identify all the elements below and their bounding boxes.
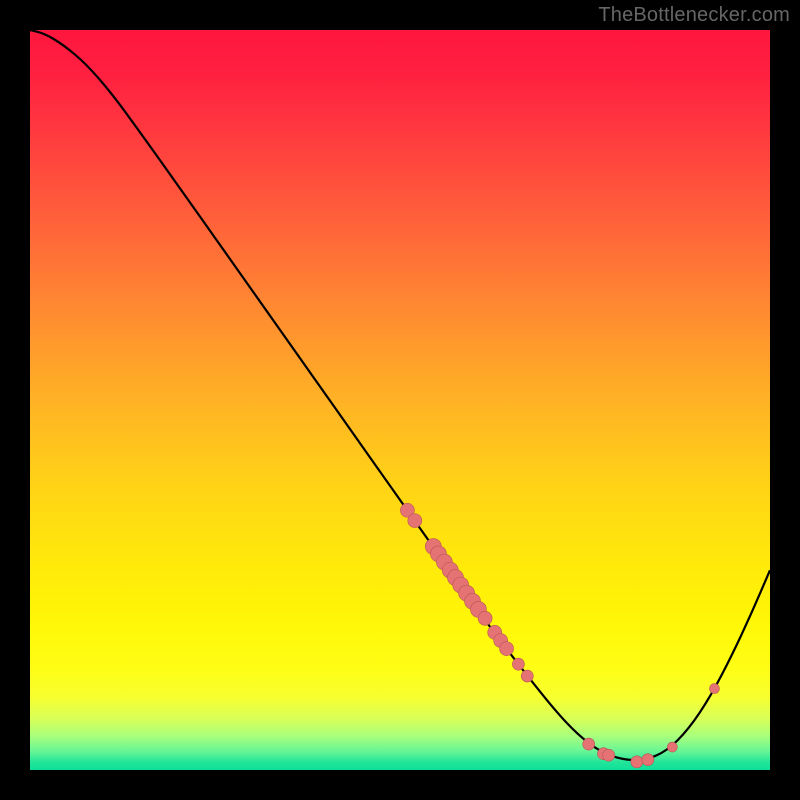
curve-marker (631, 756, 643, 768)
curve-marker (603, 749, 615, 761)
curve-marker (667, 742, 677, 752)
curve-marker (521, 670, 533, 682)
watermark-label: TheBottlenecker.com (598, 4, 790, 27)
curve-marker (710, 684, 720, 694)
curve-marker (500, 642, 514, 656)
plot-frame (30, 30, 770, 770)
curve-marker (512, 658, 524, 670)
gradient-background (30, 30, 770, 770)
curve-marker (642, 754, 654, 766)
curve-marker (408, 514, 422, 528)
chart-stage: TheBottlenecker.com (0, 0, 800, 800)
curve-marker (478, 611, 492, 625)
bottleneck-chart (30, 30, 770, 770)
curve-marker (583, 738, 595, 750)
